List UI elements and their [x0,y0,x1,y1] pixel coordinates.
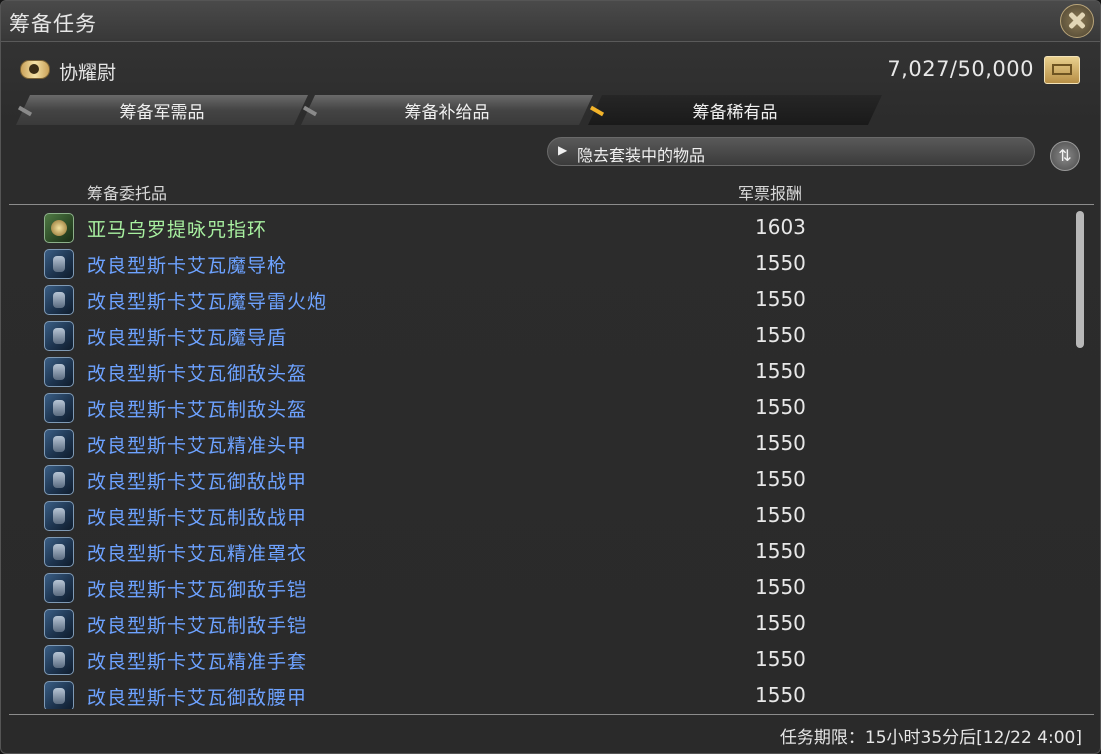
title-bar[interactable]: 筹备任务 [1,1,1100,42]
body-armor-icon [44,465,74,495]
seals-count: 7,027/50,000 [887,57,1034,81]
rank-label: 协耀尉 [59,62,117,84]
list-item[interactable]: 改良型斯卡艾瓦御敌腰甲 1550 [1,677,1071,709]
list-item[interactable]: 改良型斯卡艾瓦精准罩衣 1550 [1,533,1071,569]
window-title: 筹备任务 [9,12,97,36]
item-name: 改良型斯卡艾瓦精准罩衣 [87,543,308,565]
list-item[interactable]: 改良型斯卡艾瓦精准头甲 1550 [1,425,1071,461]
coat-icon [44,537,74,567]
item-reward: 1550 [755,611,806,635]
footer-divider [9,714,1094,715]
item-name: 亚马乌罗提咏咒指环 [87,219,268,241]
header-divider [9,204,1094,205]
filter-label: 隐去套装中的物品 [577,146,706,165]
item-name: 改良型斯卡艾瓦魔导枪 [87,255,288,277]
item-reward: 1550 [755,467,806,491]
item-reward: 1550 [755,323,806,347]
item-name: 改良型斯卡艾瓦御敌战甲 [87,471,308,493]
item-name: 改良型斯卡艾瓦御敌手铠 [87,579,308,601]
close-icon[interactable] [1060,4,1094,38]
list-item[interactable]: 改良型斯卡艾瓦御敌头盔 1550 [1,353,1071,389]
list-item[interactable]: 改良型斯卡艾瓦制敌手铠 1550 [1,605,1071,641]
item-reward: 1550 [755,647,806,671]
item-name: 改良型斯卡艾瓦魔导雷火炮 [87,291,328,313]
list-item[interactable]: 改良型斯卡艾瓦魔导盾 1550 [1,317,1071,353]
list-item[interactable]: 改良型斯卡艾瓦魔导雷火炮 1550 [1,281,1071,317]
item-name: 改良型斯卡艾瓦制敌手铠 [87,615,308,637]
item-name: 改良型斯卡艾瓦精准手套 [87,651,308,673]
item-reward: 1550 [755,395,806,419]
item-name: 改良型斯卡艾瓦制敌战甲 [87,507,308,529]
item-reward: 1550 [755,503,806,527]
column-header-item[interactable]: 筹备委托品 [87,180,167,204]
scrollbar-thumb[interactable] [1076,211,1084,348]
tab-label: 筹备稀有品 [692,102,778,123]
belt-icon [44,681,74,709]
item-reward: 1550 [755,287,806,311]
list-item[interactable]: 亚马乌罗提咏咒指环 1603 [1,209,1071,245]
item-reward: 1550 [755,683,806,707]
gauntlet-icon [44,573,74,603]
list-item[interactable]: 改良型斯卡艾瓦制敌战甲 1550 [1,497,1071,533]
tab-expert-delivery[interactable]: 筹备稀有品 [588,95,882,125]
item-reward: 1550 [755,359,806,383]
item-name: 改良型斯卡艾瓦精准头甲 [87,435,308,457]
shield-icon [44,321,74,351]
tab-supply[interactable]: 筹备军需品 [16,95,308,125]
item-reward: 1550 [755,431,806,455]
item-reward: 1550 [755,539,806,563]
list-item[interactable]: 改良型斯卡艾瓦魔导枪 1550 [1,245,1071,281]
grand-company-supply-window: 筹备任务 协耀尉 7,027/50,000 筹备军需品 筹备补给品 筹备稀有品 … [0,0,1101,754]
ring-icon [44,213,74,243]
tab-label: 筹备军需品 [119,102,205,123]
headgear-icon [44,429,74,459]
list-item[interactable]: 改良型斯卡艾瓦御敌手铠 1550 [1,569,1071,605]
item-name: 改良型斯卡艾瓦魔导盾 [87,327,288,349]
item-name: 改良型斯卡艾瓦制敌头盔 [87,399,308,421]
play-arrow-icon: ▶ [558,143,568,157]
item-name: 改良型斯卡艾瓦御敌头盔 [87,363,308,385]
gauntlet-icon [44,609,74,639]
hide-gearset-items-toggle[interactable]: ▶ 隐去套装中的物品 [547,137,1035,166]
item-name: 改良型斯卡艾瓦御敌腰甲 [87,687,308,709]
rank-insignia-icon [20,60,50,79]
cannon-icon [44,285,74,315]
gun-icon [44,249,74,279]
company-seal-icon [1044,56,1080,84]
glove-icon [44,645,74,675]
item-list: 亚马乌罗提咏咒指环 1603 改良型斯卡艾瓦魔导枪 1550 改良型斯卡艾瓦魔导… [1,209,1071,709]
list-item[interactable]: 改良型斯卡艾瓦制敌头盔 1550 [1,389,1071,425]
helmet-icon [44,357,74,387]
sort-icon[interactable]: ⇅ [1050,141,1080,171]
list-item[interactable]: 改良型斯卡艾瓦御敌战甲 1550 [1,461,1071,497]
deadline-text: 任务期限：15小时35分后[12/22 4:00] [779,728,1082,748]
helmet-icon [44,393,74,423]
list-item[interactable]: 改良型斯卡艾瓦精准手套 1550 [1,641,1071,677]
column-header-reward[interactable]: 军票报酬 [738,180,802,204]
item-reward: 1603 [755,215,806,239]
tab-label: 筹备补给品 [404,102,490,123]
item-reward: 1550 [755,575,806,599]
tab-provisioning[interactable]: 筹备补给品 [301,95,593,125]
item-reward: 1550 [755,251,806,275]
body-armor-icon [44,501,74,531]
